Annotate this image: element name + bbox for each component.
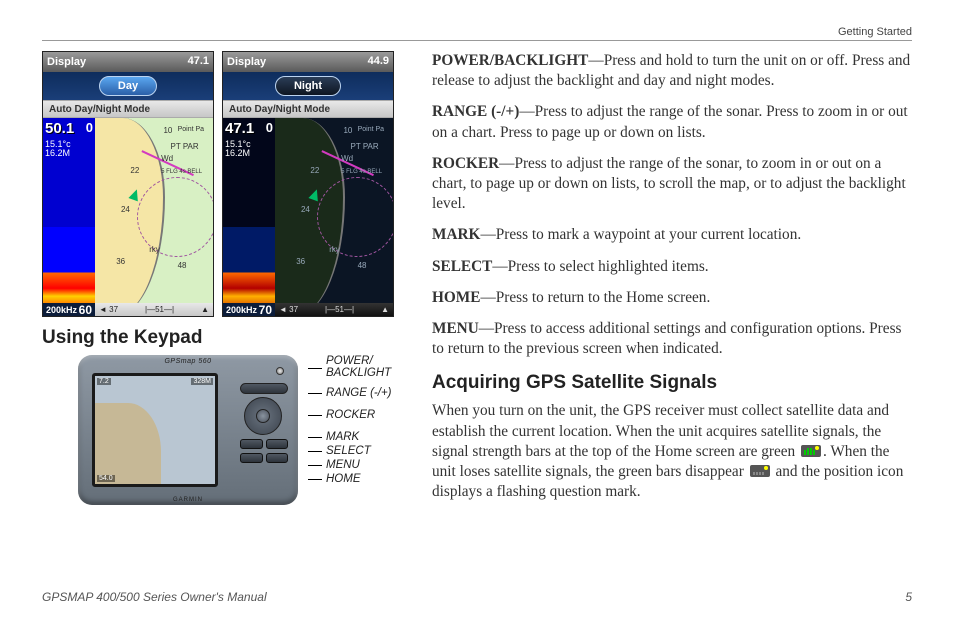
sonar-zero: 0 (86, 120, 93, 135)
chart-panel-night: 10 22 Wd PT PAR 5 FLG 4s BELL 24 rky 36 … (275, 118, 393, 316)
para-menu: MENU—Press to access additional settings… (432, 319, 912, 359)
heading-keypad: Using the Keypad (42, 327, 402, 349)
callout-home: HOME (308, 473, 392, 485)
screenshot-row: Display 47.1 Day Auto Day/Night Mode 50.… (42, 51, 402, 317)
chart-panel-day: 10 22 Wd PT PAR 5 FLG 4s BELL 24 rky 36 … (95, 118, 213, 316)
callout-range: RANGE (-/+) (308, 387, 392, 399)
device-illustration: GPSmap 560 7.2 328M 54.0 GARMIN (78, 355, 298, 505)
device-stat-tr: 328M (191, 378, 213, 385)
heading-gps: Acquiring GPS Satellite Signals (432, 370, 912, 395)
device-model: GPSmap 560 (164, 358, 211, 365)
mark-select-row (240, 439, 288, 449)
mode-pill-day: Day (99, 76, 157, 96)
para-home: HOME—Press to return to the Home screen. (432, 288, 912, 308)
mode-substrip: Auto Day/Night Mode (223, 100, 393, 118)
keypad-callouts: POWER/ BACKLIGHT RANGE (-/+) ROCKER MARK… (308, 355, 392, 485)
titlebar-depth: 47.1 (188, 55, 209, 69)
home-menu-row (240, 453, 288, 463)
device-stat-tl: 7.2 (97, 378, 111, 385)
sonar-depth: 50.1 (45, 120, 74, 137)
sonar-temp: 15.1°c16.2M (45, 140, 71, 159)
sonar-panel-night: 47.1 15.1°c16.2M 0 200kHz70 (223, 118, 275, 316)
callout-power: POWER/ BACKLIGHT (308, 355, 392, 381)
callout-rocker: ROCKER (308, 409, 392, 421)
footer-title: GPSMAP 400/500 Series Owner's Manual (42, 590, 267, 604)
mode-pill-night: Night (275, 76, 341, 96)
titlebar-depth: 44.9 (368, 55, 389, 69)
signal-bars-green-icon (801, 445, 821, 457)
running-header: Getting Started (42, 26, 912, 41)
titlebar-display: Display (47, 56, 188, 68)
callout-select: SELECT (308, 445, 392, 457)
mode-substrip: Auto Day/Night Mode (43, 100, 213, 118)
callout-mark: MARK (308, 431, 392, 443)
para-select: SELECT—Press to select highlighted items… (432, 257, 912, 277)
callout-menu: MENU (308, 459, 392, 471)
rocker-icon (244, 397, 282, 435)
footer-page: 5 (905, 590, 912, 604)
power-button-icon (276, 367, 284, 375)
para-range: RANGE (-/+)—Press to adjust the range of… (432, 102, 912, 142)
range-buttons-icon (240, 383, 288, 394)
screenshot-night: Display 44.9 Night Auto Day/Night Mode 4… (222, 51, 394, 317)
para-rocker: ROCKER—Press to adjust the range of the … (432, 154, 912, 215)
para-gps: When you turn on the unit, the GPS recei… (432, 401, 912, 502)
device-stat-bl: 54.0 (97, 475, 115, 482)
sonar-panel-day: 50.1 15.1°c16.2M 0 200kHz60 (43, 118, 95, 316)
device-brand: GARMIN (173, 497, 203, 503)
screenshot-day: Display 47.1 Day Auto Day/Night Mode 50.… (42, 51, 214, 317)
signal-bars-lost-icon (750, 465, 770, 477)
para-mark: MARK—Press to mark a waypoint at your cu… (432, 225, 912, 245)
titlebar-display: Display (227, 56, 368, 68)
para-power: POWER/BACKLIGHT—Press and hold to turn t… (432, 51, 912, 91)
